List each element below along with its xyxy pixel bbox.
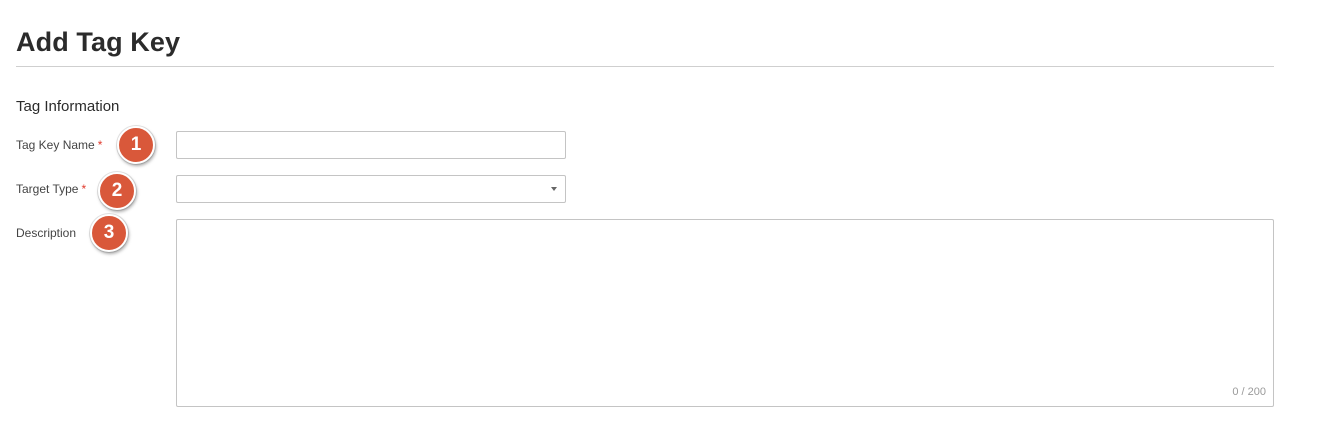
description-label: Description (16, 226, 76, 240)
tag-key-name-label-text: Tag Key Name (16, 138, 95, 152)
caret-down-icon (551, 187, 557, 191)
step-badge-2: 2 (98, 172, 136, 210)
required-mark: * (97, 138, 103, 152)
character-counter: 0 / 200 (1232, 386, 1266, 398)
tag-key-name-label: Tag Key Name * (16, 138, 102, 152)
step-badge-3: 3 (90, 214, 128, 252)
title-divider (16, 66, 1274, 67)
step-badge-1: 1 (117, 126, 155, 164)
target-type-select[interactable] (176, 175, 566, 203)
description-textarea[interactable] (177, 220, 1273, 406)
required-mark: * (81, 182, 87, 196)
description-textarea-wrapper: 0 / 200 (176, 219, 1274, 407)
description-label-text: Description (16, 226, 77, 240)
target-type-label-text: Target Type (16, 182, 79, 196)
target-type-label: Target Type * (16, 182, 86, 196)
tag-key-name-input[interactable] (176, 131, 566, 159)
section-title: Tag Information (16, 98, 120, 115)
page-title: Add Tag Key (16, 27, 181, 57)
